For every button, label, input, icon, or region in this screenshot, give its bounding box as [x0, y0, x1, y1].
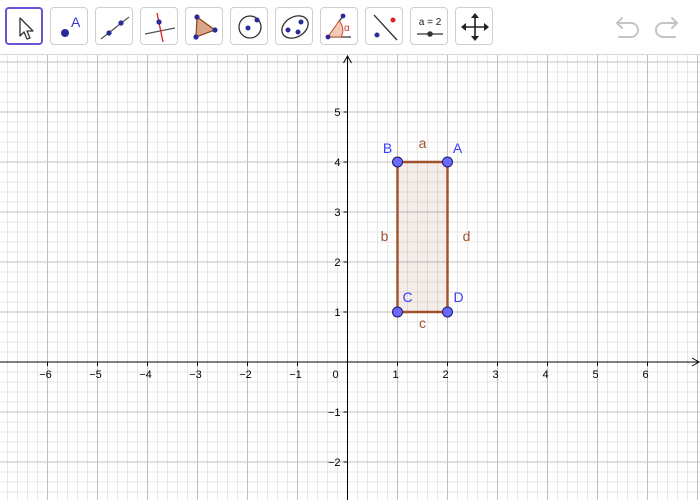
x-tick-label: −6: [39, 369, 52, 381]
x-tick-label: −2: [239, 369, 252, 381]
line-through-two-points-icon: [100, 16, 130, 40]
slider-tool-label: a = 2: [419, 17, 442, 28]
x-tick-label: 2: [442, 369, 448, 381]
x-tick-label: −1: [289, 369, 302, 381]
x-tick-label: 6: [642, 369, 648, 381]
y-tick-label: 2: [334, 257, 340, 269]
y-tick-label: −2: [328, 457, 341, 469]
ellipse-icon: [281, 15, 309, 39]
move-graphics-view-icon: [461, 13, 489, 41]
segment-label-b: b: [381, 228, 389, 244]
polygon-icon: [193, 14, 218, 40]
tool-move-view[interactable]: [455, 7, 493, 45]
tool-slider[interactable]: a = 2: [410, 7, 448, 45]
segment-label-d: d: [463, 228, 471, 244]
circle-center-point-icon: [238, 15, 262, 39]
x-tick-label: 5: [592, 369, 598, 381]
redo-icon[interactable]: [650, 10, 682, 42]
point-label-A: A: [453, 140, 463, 156]
point-tool-label: A: [71, 14, 81, 30]
tool-line[interactable]: [95, 7, 133, 45]
x-tick-label: 0: [332, 369, 338, 381]
y-tick-label: −1: [328, 407, 341, 419]
tool-reflect[interactable]: [365, 7, 403, 45]
y-tick-label: 3: [334, 207, 340, 219]
graphics-view[interactable]: −6 −5 −4 −3 −2 −1 0 1 2 3 4 5 6 5 4 3 2 1 −1 −2 a b c d A B C D: [0, 55, 700, 500]
angle-tool-label: α: [344, 23, 350, 34]
x-tick-label: −3: [189, 369, 202, 381]
move-cursor-icon: [19, 17, 34, 40]
point-label-D: D: [453, 289, 463, 305]
tool-conic[interactable]: [275, 7, 313, 45]
undo-icon[interactable]: [612, 10, 644, 42]
tool-perpendicular[interactable]: [140, 7, 178, 45]
slider-icon: a = 2: [417, 17, 443, 37]
angle-icon: α: [325, 13, 351, 40]
segment-label-a: a: [419, 135, 427, 151]
x-tick-label: −4: [139, 369, 152, 381]
x-tick-label: 3: [492, 369, 498, 381]
y-tick-label: 1: [334, 307, 340, 319]
axes: [0, 55, 700, 500]
tool-point[interactable]: A: [50, 7, 88, 45]
toolbar: A α a = 2: [0, 0, 700, 55]
point-C[interactable]: [392, 306, 403, 318]
y-tick-label: 5: [334, 107, 340, 119]
point-label-C: C: [402, 289, 412, 305]
tool-angle[interactable]: α: [320, 7, 358, 45]
point-D[interactable]: [442, 306, 453, 318]
perpendicular-line-icon: [144, 12, 176, 43]
x-tick-label: 1: [392, 369, 398, 381]
point-A[interactable]: [442, 156, 453, 168]
y-tick-label: 4: [334, 157, 340, 169]
tool-circle[interactable]: [230, 7, 268, 45]
x-tick-label: 4: [542, 369, 548, 381]
tool-polygon[interactable]: [185, 7, 223, 45]
minor-grid: [0, 55, 700, 500]
point-label-B: B: [383, 140, 392, 156]
segment-label-c: c: [419, 315, 426, 331]
reflect-about-line-icon: [373, 14, 398, 41]
point-B[interactable]: [392, 156, 403, 168]
tool-move[interactable]: [5, 7, 43, 45]
x-tick-label: −5: [89, 369, 102, 381]
point-icon: A: [61, 14, 81, 37]
